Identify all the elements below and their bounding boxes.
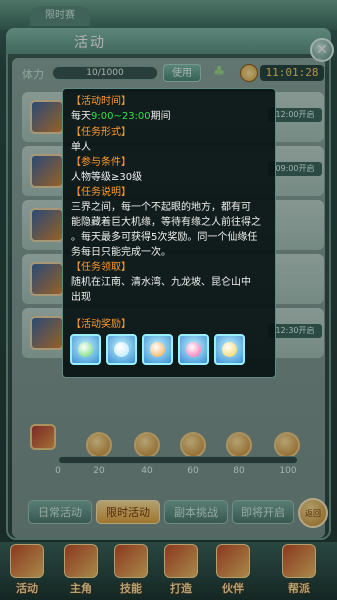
receive-line: 出现	[71, 292, 91, 303]
condition-value: 人物等级≥30级	[71, 172, 143, 183]
reward-slot[interactable]	[70, 334, 101, 365]
activity-screen: 限时赛 活动 ✕ 体力 10/1000 使用 ♣ 11:01:28 12:00开…	[0, 0, 337, 600]
description-line: 务每日只能完成一次。	[71, 247, 171, 258]
time-header: 【活动时间】	[71, 96, 131, 107]
description-header: 【任务说明】	[71, 187, 131, 198]
condition-header: 【参与条件】	[71, 157, 131, 168]
time-line: 每天9:00~23:00期间	[71, 110, 171, 124]
reward-slot[interactable]	[106, 334, 137, 365]
reward-slot[interactable]	[214, 334, 245, 365]
description-line: 能隐藏着巨大机缘，等待有缘之人前往得之	[71, 217, 261, 228]
reward-slot[interactable]	[142, 334, 173, 365]
reward-list	[70, 334, 250, 368]
description-line: 三界之间，每一个不起眼的地方，都有可	[71, 202, 251, 213]
reward-header: 【活动奖励】	[71, 319, 131, 330]
time-value: 9:00~23:00	[91, 111, 151, 122]
time-suffix: 期间	[150, 111, 171, 122]
form-header: 【任务形式】	[71, 127, 131, 138]
receive-header: 【任务领取】	[71, 262, 131, 273]
receive-line: 随机在江南、清水湾、九龙坡、昆仑山中	[71, 277, 251, 288]
description-line: 。每天最多可获得5次奖励。同一个仙缘任	[71, 232, 258, 243]
time-prefix: 每天	[71, 111, 91, 122]
gold-nugget-icon	[222, 342, 237, 357]
pink-orb-icon	[186, 342, 201, 357]
form-value: 单人	[71, 142, 91, 153]
blue-crystal-icon	[114, 342, 129, 357]
golden-horn-icon	[150, 342, 165, 357]
green-gem-icon	[78, 342, 93, 357]
reward-slot[interactable]	[178, 334, 209, 365]
